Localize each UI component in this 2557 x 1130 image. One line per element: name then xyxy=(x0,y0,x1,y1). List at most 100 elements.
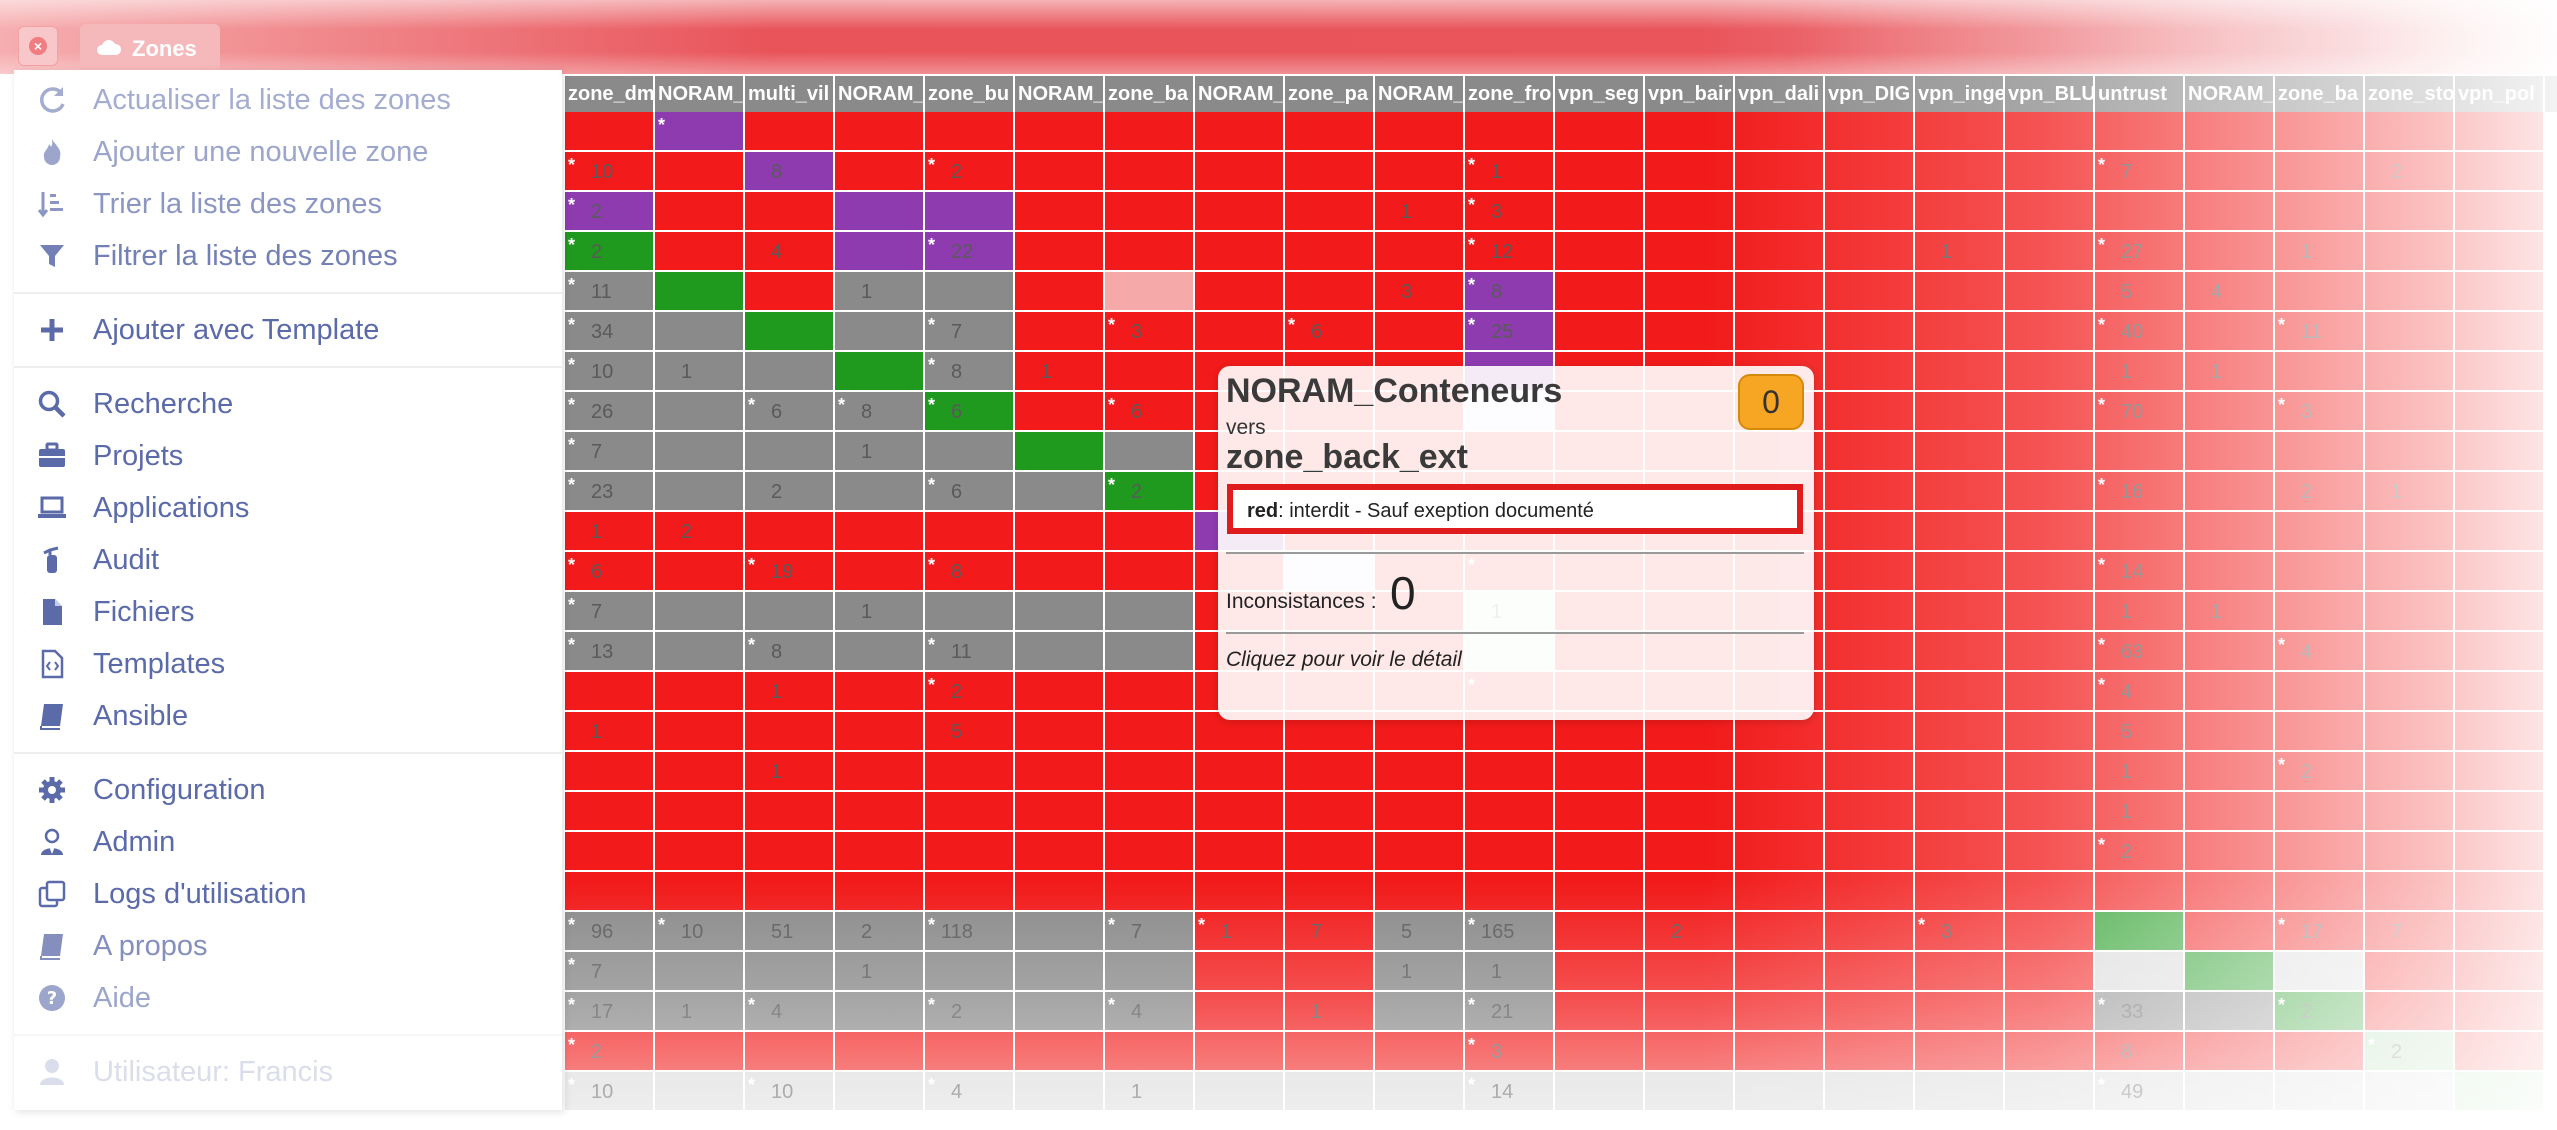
matrix-cell[interactable] xyxy=(1105,752,1195,792)
matrix-cell[interactable] xyxy=(2455,632,2545,672)
matrix-column-header[interactable]: vpn_inge xyxy=(1915,76,2005,112)
matrix-cell[interactable] xyxy=(1915,1032,2005,1072)
matrix-cell[interactable] xyxy=(2275,512,2365,552)
matrix-cell[interactable]: * 26 xyxy=(565,392,655,432)
matrix-column-header[interactable]: NORAM_ xyxy=(2185,76,2275,112)
matrix-cell[interactable] xyxy=(1735,752,1825,792)
matrix-cell[interactable] xyxy=(655,192,745,232)
matrix-cell[interactable] xyxy=(2185,672,2275,712)
matrix-cell[interactable]: * 2 xyxy=(1105,472,1195,512)
matrix-cell[interactable] xyxy=(1285,1072,1375,1112)
matrix-cell[interactable]: * 1 xyxy=(1195,912,1285,952)
matrix-cell[interactable] xyxy=(2365,872,2455,912)
matrix-column-header[interactable]: NORAM_ xyxy=(655,76,745,112)
matrix-cell[interactable] xyxy=(1195,752,1285,792)
matrix-column-header[interactable]: vpn_pol xyxy=(2455,76,2545,112)
matrix-cell[interactable] xyxy=(745,352,835,392)
matrix-cell[interactable]: * 4 xyxy=(1105,992,1195,1032)
matrix-cell[interactable] xyxy=(2365,272,2455,312)
matrix-cell[interactable] xyxy=(1735,912,1825,952)
matrix-cell[interactable] xyxy=(2365,752,2455,792)
matrix-cell[interactable]: * 8 xyxy=(925,352,1015,392)
matrix-cell[interactable] xyxy=(925,952,1015,992)
matrix-cell[interactable]: * 21 xyxy=(1465,992,1555,1032)
matrix-cell[interactable] xyxy=(1465,832,1555,872)
matrix-cell[interactable]: 1 xyxy=(1375,192,1465,232)
matrix-cell[interactable] xyxy=(2275,1072,2365,1112)
matrix-column-header[interactable]: vpn_dali xyxy=(1735,76,1825,112)
matrix-cell[interactable]: * 70 xyxy=(2095,392,2185,432)
matrix-cell[interactable] xyxy=(1735,872,1825,912)
matrix-cell[interactable] xyxy=(1195,152,1285,192)
matrix-cell[interactable] xyxy=(1825,232,1915,272)
matrix-cell[interactable]: 1 xyxy=(835,952,925,992)
matrix-cell[interactable]: 1 xyxy=(2095,792,2185,832)
matrix-cell[interactable]: * 7 xyxy=(925,312,1015,352)
matrix-cell[interactable] xyxy=(1375,312,1465,352)
matrix-cell[interactable] xyxy=(2275,1032,2365,1072)
matrix-cell[interactable] xyxy=(835,992,925,1032)
matrix-cell[interactable] xyxy=(655,152,745,192)
matrix-cell[interactable] xyxy=(1825,832,1915,872)
matrix-cell[interactable] xyxy=(2005,592,2095,632)
matrix-column-header[interactable]: untrust xyxy=(2095,76,2185,112)
matrix-cell[interactable] xyxy=(1645,992,1735,1032)
matrix-cell[interactable] xyxy=(745,432,835,472)
matrix-cell[interactable] xyxy=(1375,752,1465,792)
matrix-cell[interactable] xyxy=(1825,272,1915,312)
matrix-cell[interactable] xyxy=(2185,872,2275,912)
matrix-cell[interactable]: * 7 xyxy=(565,592,655,632)
matrix-cell[interactable]: * 23 xyxy=(565,472,655,512)
matrix-cell[interactable] xyxy=(1015,472,1105,512)
matrix-cell[interactable] xyxy=(1555,232,1645,272)
matrix-cell[interactable] xyxy=(1825,712,1915,752)
menu-item-about[interactable]: A propos xyxy=(36,924,556,968)
matrix-cell[interactable]: 1 xyxy=(2275,232,2365,272)
matrix-cell[interactable] xyxy=(2455,232,2545,272)
matrix-cell[interactable]: * 10 xyxy=(565,352,655,392)
menu-item-ansible[interactable]: Ansible xyxy=(36,694,556,738)
matrix-cell[interactable]: 2 xyxy=(2365,152,2455,192)
matrix-cell[interactable]: * 3 xyxy=(1465,192,1555,232)
matrix-cell[interactable] xyxy=(2185,472,2275,512)
matrix-cell[interactable] xyxy=(1105,112,1195,152)
matrix-cell[interactable] xyxy=(2455,832,2545,872)
matrix-cell[interactable]: 1 xyxy=(565,512,655,552)
matrix-cell[interactable] xyxy=(925,112,1015,152)
matrix-cell[interactable]: * 33 xyxy=(2095,992,2185,1032)
matrix-cell[interactable] xyxy=(1015,552,1105,592)
matrix-cell[interactable] xyxy=(2455,272,2545,312)
matrix-cell[interactable] xyxy=(1015,792,1105,832)
matrix-cell[interactable] xyxy=(1825,552,1915,592)
matrix-cell[interactable] xyxy=(1825,1072,1915,1112)
matrix-cell[interactable] xyxy=(1825,192,1915,232)
matrix-cell[interactable] xyxy=(1825,632,1915,672)
matrix-cell[interactable] xyxy=(1915,952,2005,992)
matrix-cell[interactable]: 1 xyxy=(1105,1072,1195,1112)
matrix-cell[interactable] xyxy=(1015,112,1105,152)
matrix-cell[interactable] xyxy=(1915,352,2005,392)
matrix-cell[interactable] xyxy=(2275,952,2365,992)
matrix-cell[interactable] xyxy=(2455,152,2545,192)
matrix-cell[interactable] xyxy=(1015,432,1105,472)
matrix-cell[interactable]: * 12 xyxy=(1465,232,1555,272)
matrix-cell[interactable]: * 2 xyxy=(2275,752,2365,792)
matrix-cell[interactable] xyxy=(1015,152,1105,192)
matrix-cell[interactable]: * 63 xyxy=(2095,632,2185,672)
matrix-cell[interactable] xyxy=(655,1072,745,1112)
matrix-cell[interactable] xyxy=(2365,392,2455,432)
matrix-cell[interactable] xyxy=(925,752,1015,792)
matrix-cell[interactable] xyxy=(1465,872,1555,912)
matrix-cell[interactable]: 1 xyxy=(1915,232,2005,272)
matrix-cell[interactable]: 1 xyxy=(2185,352,2275,392)
matrix-cell[interactable] xyxy=(1645,1032,1735,1072)
matrix-cell[interactable] xyxy=(1915,312,2005,352)
matrix-cell[interactable]: 1 xyxy=(745,752,835,792)
matrix-cell[interactable] xyxy=(1015,632,1105,672)
matrix-cell[interactable] xyxy=(1195,952,1285,992)
matrix-cell[interactable] xyxy=(2095,432,2185,472)
matrix-cell[interactable] xyxy=(1015,1032,1105,1072)
matrix-cell[interactable]: * 34 xyxy=(565,312,655,352)
matrix-cell[interactable] xyxy=(1915,272,2005,312)
matrix-cell[interactable]: 1 xyxy=(565,712,655,752)
